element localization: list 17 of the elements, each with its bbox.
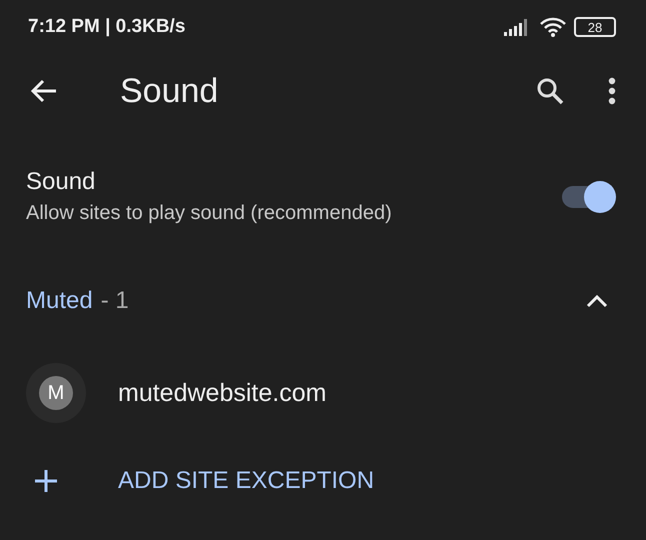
setting-title: Sound: [26, 168, 96, 196]
sound-toggle[interactable]: [560, 180, 616, 212]
page-title: Sound: [120, 72, 220, 110]
plus-icon[interactable]: [34, 469, 58, 493]
status-time: 7:12 PM | 0.3KB/s: [28, 16, 186, 38]
setting-description: Allow sites to play sound (recommended): [26, 202, 392, 225]
chevron-icon[interactable]: [586, 294, 608, 308]
site-name[interactable]: mutedwebsite.com: [118, 378, 326, 408]
search-icon[interactable]: [536, 77, 564, 105]
more-icon[interactable]: [608, 77, 616, 105]
section-count: - 1: [100, 287, 130, 315]
wifi-icon: [540, 17, 566, 37]
site-avatar: M: [39, 376, 73, 410]
battery-icon: 28: [574, 17, 616, 37]
back-arrow-icon[interactable]: [30, 79, 58, 103]
section-label: Muted: [26, 287, 93, 315]
add-site-exception-button[interactable]: ADD SITE EXCEPTION: [118, 467, 374, 495]
